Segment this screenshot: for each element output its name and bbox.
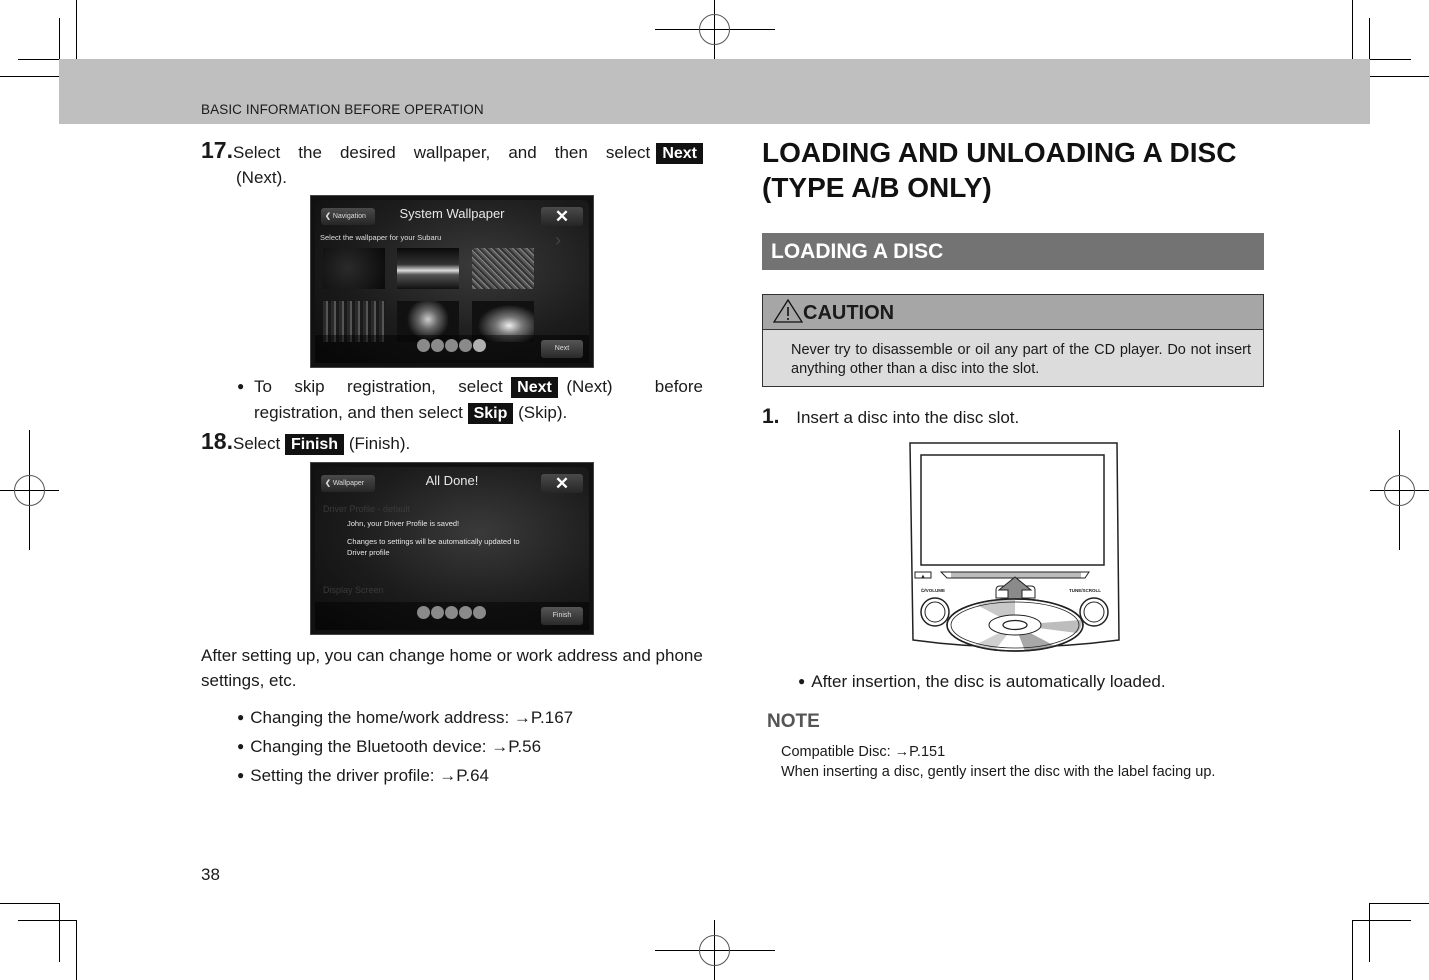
changes-message: Changes to settings will be automaticall…: [347, 537, 520, 557]
background-row: Display Screen: [323, 585, 384, 595]
subsection-title: LOADING A DISC: [762, 233, 1264, 270]
screen-bottom-bar: Next: [315, 335, 589, 363]
wallpaper-thumbnail: [323, 248, 385, 289]
section-title: LOADING AND UNLOADING A DISC (TYPE A/B O…: [762, 137, 1237, 203]
step-number: 1.: [762, 405, 780, 428]
crop-mark: [0, 903, 60, 904]
wallpaper-thumbnail: [472, 248, 534, 289]
registration-target-right: [1370, 430, 1429, 550]
page-indicator: [417, 339, 487, 357]
close-icon: ✕: [541, 474, 583, 493]
page-dot: [431, 339, 444, 352]
inline-text: (Next) before: [566, 377, 703, 396]
volume-label: ⏻/VOLUME: [921, 588, 945, 593]
screen-subtitle: Select the wallpaper for your Subaru: [320, 233, 442, 242]
crop-mark: [76, 0, 77, 60]
page-indicator: [417, 606, 487, 624]
crop-mark: [1369, 76, 1429, 77]
page-dot: [431, 606, 444, 619]
page-dot: [473, 606, 486, 619]
link-item-driver-profile[interactable]: Setting the driver profile: →P.64: [237, 761, 573, 790]
page-dot-active: [473, 339, 486, 352]
saved-message: John, your Driver Profile is saved!: [347, 519, 460, 528]
page-dot: [445, 339, 458, 352]
step-1: 1. Insert a disc into the disc slot.: [762, 405, 1020, 428]
tune-scroll-label: TUNE/SCROLL: [1069, 588, 1101, 593]
related-links-list: Changing the home/work address: →P.167 C…: [237, 703, 573, 790]
step-17: 17.Select the desired wallpaper, and the…: [201, 138, 703, 190]
link-item-home-address[interactable]: Changing the home/work address: →P.167: [237, 703, 573, 732]
registration-target-bottom: [655, 920, 775, 980]
note-line: Compatible Disc: →P.151: [781, 744, 946, 760]
next-button-reference: Next: [656, 143, 703, 165]
crop-mark: [1352, 920, 1353, 980]
step-number: 18.: [201, 428, 233, 454]
disc-slot-opening: [951, 572, 1081, 578]
step-18: 18.Select Finish (Finish).: [201, 428, 411, 456]
crop-mark: [1369, 903, 1429, 904]
step-number: 17.: [201, 137, 233, 163]
page-dot: [459, 606, 472, 619]
step-text: Select the desired wallpaper, and then s…: [232, 143, 651, 162]
registration-target-top: [655, 0, 775, 59]
step-text-cont: (Next).: [236, 168, 287, 187]
screenshot-all-done: ❮ Wallpaper All Done! ✕ Driver Profile -…: [310, 462, 594, 635]
background-row: Driver Profile - default: [323, 504, 411, 514]
crop-mark: [0, 76, 60, 77]
close-icon: ✕: [541, 207, 583, 226]
skip-button-reference: Skip: [467, 403, 514, 425]
note-line: When inserting a disc, gently insert the…: [781, 764, 1216, 780]
crop-mark: [76, 920, 77, 980]
page-dot: [417, 606, 430, 619]
registration-target-left: [0, 430, 59, 550]
screen-finish-button: Finish: [541, 607, 583, 625]
crop-mark: [18, 920, 77, 921]
running-header: BASIC INFORMATION BEFORE OPERATION: [201, 102, 484, 117]
page-dot: [417, 339, 430, 352]
inline-text: registration, and then select: [254, 403, 463, 422]
chevron-right-icon: ›: [555, 230, 561, 250]
disc: [946, 598, 1084, 652]
note-title: NOTE: [767, 711, 820, 732]
screen-next-button: Next: [541, 340, 583, 358]
warning-triangle-icon: [772, 298, 804, 323]
page-number: 38: [201, 865, 220, 884]
after-setup-paragraph: After setting up, you can change home or…: [201, 646, 703, 690]
crop-mark: [59, 903, 60, 962]
display-screen: [920, 454, 1105, 566]
caution-text: Never try to disassemble or oil any part…: [791, 342, 1251, 377]
note-body: Compatible Disc: →P.151 When inserting a…: [781, 742, 1264, 782]
wallpaper-thumbnail: [397, 248, 459, 289]
screen-bottom-bar: Finish: [315, 602, 589, 630]
skip-registration-bullet: To skip registration, select Next (Next)…: [237, 374, 703, 425]
crop-mark: [1352, 0, 1353, 60]
caution-box: CAUTION Never try to disassemble or oil …: [762, 294, 1264, 387]
eject-icon: ▲: [921, 574, 926, 580]
page-dot: [445, 606, 458, 619]
finish-button-reference: Finish: [284, 434, 345, 456]
page-dot: [459, 339, 472, 352]
crop-mark: [1352, 920, 1411, 921]
screenshot-system-wallpaper: ❮ Navigation System Wallpaper ✕ Select t…: [310, 195, 594, 368]
head-unit-disc-insertion-illustration: ▲ ⏻/VOLUME TUNE/SCROLL: [909, 442, 1120, 652]
caution-header: CAUTION: [763, 295, 1263, 330]
after-insertion-bullet: After insertion, the disc is automatical…: [798, 669, 1166, 694]
next-button-reference: Next: [511, 377, 558, 399]
crop-mark: [1369, 903, 1370, 962]
link-item-bluetooth[interactable]: Changing the Bluetooth device: →P.56: [237, 732, 573, 761]
